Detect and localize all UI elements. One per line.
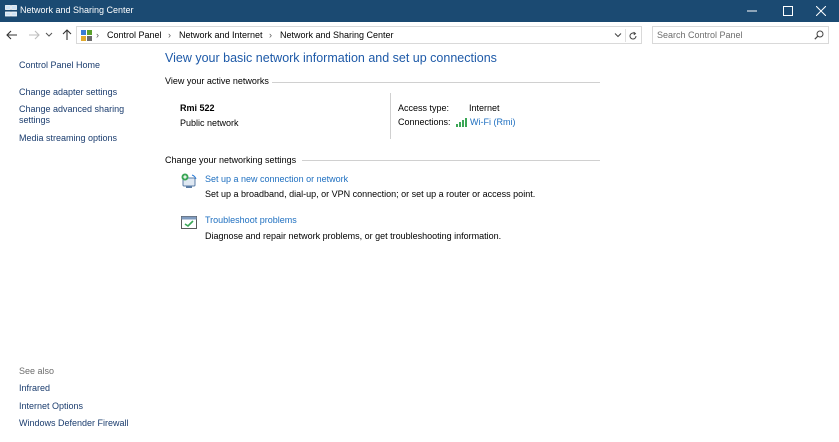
breadcrumb-control-panel[interactable]: Control Panel [107, 30, 162, 40]
address-bar[interactable]: › Control Panel › Network and Internet ›… [76, 26, 642, 44]
window-title: Network and Sharing Center [20, 5, 134, 15]
setup-connection-description: Set up a broadband, dial-up, or VPN conn… [205, 189, 536, 199]
wifi-signal-icon [456, 117, 467, 127]
troubleshoot-description: Diagnose and repair network problems, or… [205, 231, 502, 241]
breadcrumb-separator: › [168, 30, 171, 40]
minimize-button[interactable] [734, 0, 770, 22]
wifi-connection-label[interactable]: Wi-Fi (Rmi) [470, 117, 515, 127]
change-advanced-sharing-link-line2[interactable]: settings [19, 115, 50, 126]
troubleshoot-icon [181, 216, 197, 229]
media-streaming-options-link[interactable]: Media streaming options [19, 133, 117, 144]
recent-locations-button[interactable] [44, 28, 54, 42]
up-arrow-icon [62, 29, 72, 40]
troubleshoot-link[interactable]: Troubleshoot problems [205, 215, 297, 225]
search-box[interactable] [652, 26, 829, 44]
breadcrumb-network-sharing-center[interactable]: Network and Sharing Center [280, 30, 394, 40]
new-connection-icon [181, 173, 197, 188]
network-name: Rmi 522 [180, 103, 215, 113]
section-divider [302, 160, 600, 161]
network-category-link[interactable]: Public network [180, 118, 239, 128]
control-panel-icon [81, 30, 92, 41]
breadcrumb-separator: › [96, 30, 99, 40]
internet-options-link[interactable]: Internet Options [19, 401, 83, 412]
wifi-connection-link[interactable]: Wi-Fi (Rmi) [456, 117, 515, 127]
setup-connection-link[interactable]: Set up a new connection or network [205, 174, 348, 184]
forward-button[interactable] [27, 28, 41, 42]
search-icon[interactable] [814, 30, 824, 40]
up-button[interactable] [60, 28, 74, 42]
control-panel-home-link[interactable]: Control Panel Home [19, 60, 100, 71]
back-arrow-icon [6, 30, 17, 40]
refresh-icon [629, 31, 636, 39]
chevron-down-icon [45, 32, 53, 37]
back-button[interactable] [5, 28, 19, 42]
network-divider [390, 93, 391, 139]
close-button[interactable] [803, 0, 839, 22]
maximize-button[interactable] [770, 0, 806, 22]
title-bar: Network and Sharing Center [0, 0, 839, 22]
access-type-label: Access type: [398, 103, 450, 113]
close-icon [816, 6, 826, 16]
see-also-label: See also [19, 366, 55, 376]
access-type-value: Internet [469, 103, 500, 113]
change-settings-label: Change your networking settings [165, 155, 297, 165]
address-dropdown-icon[interactable] [613, 30, 623, 40]
change-adapter-settings-link[interactable]: Change adapter settings [19, 87, 117, 98]
section-divider [272, 82, 600, 83]
change-advanced-sharing-link[interactable]: Change advanced sharing [19, 104, 124, 115]
network-sharing-icon [5, 5, 17, 17]
maximize-icon [783, 6, 793, 16]
infrared-link[interactable]: Infrared [19, 383, 50, 394]
connections-label: Connections: [398, 117, 451, 127]
page-heading: View your basic network information and … [165, 51, 497, 65]
breadcrumb-network-and-internet[interactable]: Network and Internet [179, 30, 263, 40]
windows-defender-firewall-link[interactable]: Windows Defender Firewall [19, 418, 129, 429]
search-input[interactable] [657, 28, 807, 42]
breadcrumb-separator: › [269, 30, 272, 40]
navigation-bar: › Control Panel › Network and Internet ›… [0, 22, 839, 49]
active-networks-label: View your active networks [165, 76, 269, 86]
forward-arrow-icon [29, 30, 40, 40]
minimize-icon [747, 10, 757, 12]
refresh-button[interactable] [625, 29, 639, 42]
